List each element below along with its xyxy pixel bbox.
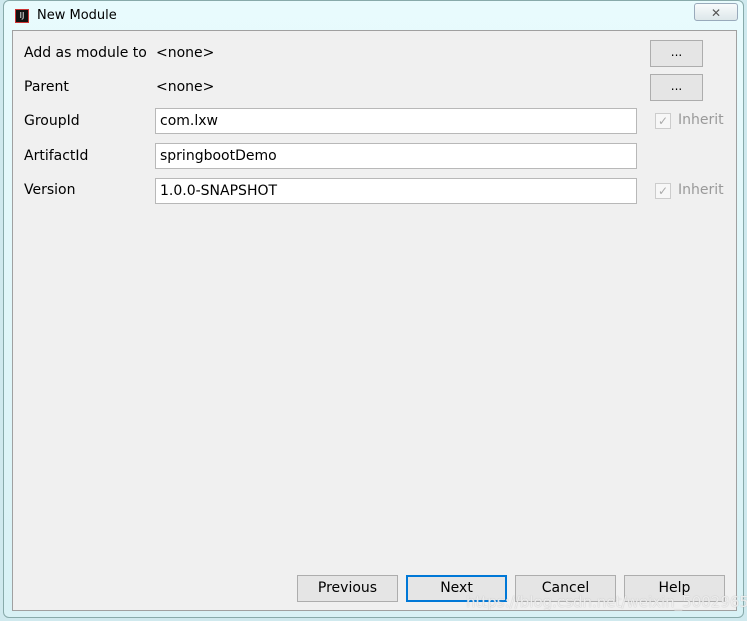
add-as-module-value: <none> [156,45,215,61]
groupid-input[interactable]: com.lxw [155,108,637,134]
groupid-label: GroupId [24,113,80,129]
watermark: https://blog.csdn.net/weixin_50029657 [466,593,747,611]
previous-button[interactable]: Previous [297,575,398,602]
groupid-inherit-label: Inherit [678,112,724,128]
add-as-module-label: Add as module to [24,45,147,61]
artifactid-label: ArtifactId [24,148,89,164]
parent-browse-button[interactable]: ... [650,74,703,101]
groupid-inherit-checkbox[interactable]: ✓ [655,113,671,129]
parent-value: <none> [156,79,215,95]
version-input[interactable]: 1.0.0-SNAPSHOT [155,178,637,204]
artifactid-input[interactable]: springbootDemo [155,143,637,169]
window-title: New Module [37,8,117,23]
version-inherit-checkbox[interactable]: ✓ [655,183,671,199]
version-inherit-label: Inherit [678,182,724,198]
intellij-app-icon: IJ [15,9,29,23]
parent-label: Parent [24,79,69,95]
close-icon: ✕ [710,6,722,20]
close-button[interactable]: ✕ [694,3,738,21]
add-as-module-browse-button[interactable]: ... [650,40,703,67]
version-label: Version [24,182,76,198]
